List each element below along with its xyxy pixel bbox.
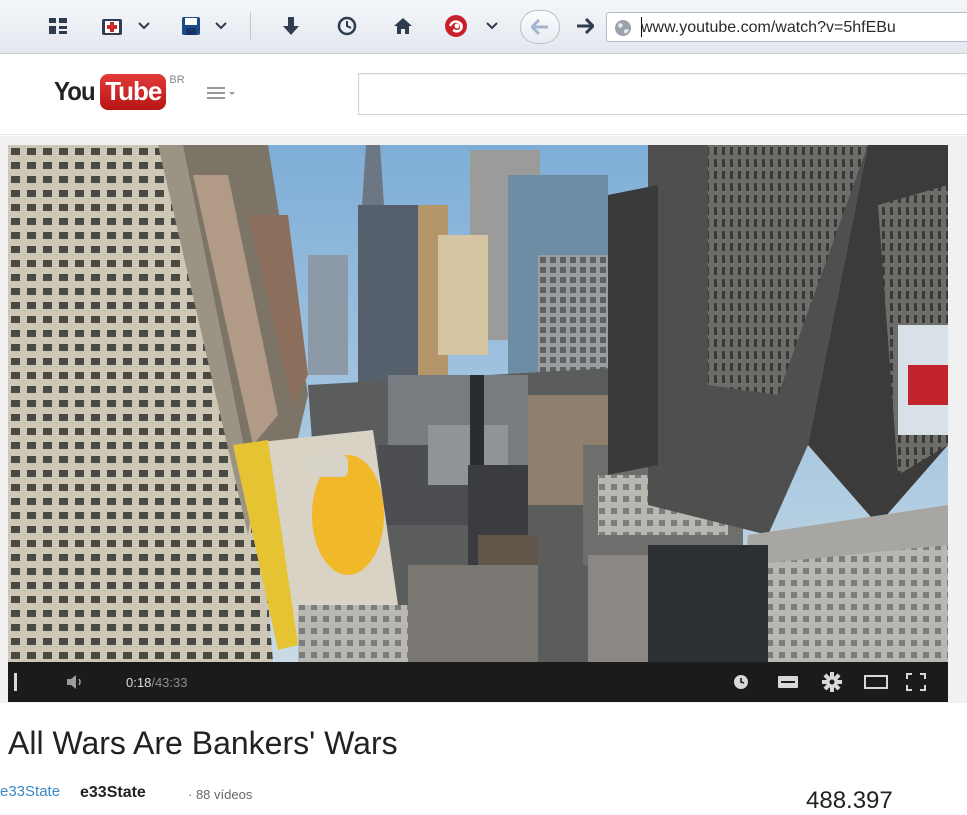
- history-icon[interactable]: [334, 12, 360, 40]
- region-code: BR: [169, 74, 185, 86]
- youtube-header: You Tube BR: [0, 55, 967, 135]
- duration: 43:33: [154, 674, 188, 690]
- address-bar[interactable]: www.youtube.com/watch?v=5hfEBu: [606, 12, 967, 42]
- grid-icon[interactable]: [44, 12, 72, 40]
- pause-icon[interactable]: [14, 662, 24, 702]
- browser-toolbar: www.youtube.com/watch?v=5hfEBu: [0, 0, 967, 54]
- save-icon[interactable]: [178, 12, 204, 40]
- download-icon[interactable]: [278, 12, 304, 40]
- theater-mode-icon[interactable]: [864, 662, 888, 702]
- channel-name-link[interactable]: e33State: [80, 784, 146, 802]
- video-player[interactable]: 0:18 / 43:33: [8, 145, 948, 702]
- channel-thumbnail[interactable]: e33State: [0, 783, 70, 800]
- settings-icon[interactable]: [822, 662, 842, 702]
- player-controls: 0:18 / 43:33: [8, 662, 948, 702]
- forward-icon[interactable]: [572, 12, 598, 40]
- watch-later-icon[interactable]: [733, 662, 749, 702]
- video-frame-image[interactable]: [8, 145, 948, 662]
- volume-icon[interactable]: [66, 662, 84, 702]
- search-input[interactable]: [358, 73, 967, 115]
- channel-video-count[interactable]: · 88 vídeos: [188, 787, 252, 802]
- fullscreen-icon[interactable]: [906, 662, 926, 702]
- chevron-down-icon[interactable]: [214, 12, 228, 40]
- view-count: 488.397: [806, 787, 893, 814]
- video-info-panel: All Wars Are Bankers' Wars e33State e33S…: [0, 703, 967, 814]
- logo-you-text: You: [54, 76, 96, 106]
- addon-icon[interactable]: [442, 12, 470, 40]
- guide-menu-icon[interactable]: [207, 85, 247, 106]
- back-button[interactable]: [520, 10, 560, 44]
- video-title: All Wars Are Bankers' Wars: [8, 725, 398, 761]
- globe-icon: [615, 20, 631, 36]
- captions-icon[interactable]: [778, 662, 798, 702]
- home-icon[interactable]: [390, 12, 416, 40]
- address-bar-url: www.youtube.com/watch?v=5hfEBu: [641, 19, 896, 36]
- youtube-logo[interactable]: You Tube BR: [54, 71, 185, 111]
- logo-tube-text: Tube: [100, 74, 167, 110]
- time-display: 0:18 / 43:33: [126, 662, 187, 702]
- back-icon: [531, 19, 548, 35]
- first-aid-icon[interactable]: [98, 12, 126, 40]
- toolbar-divider: [250, 12, 251, 40]
- current-time: 0:18: [126, 674, 152, 690]
- chevron-down-icon[interactable]: [485, 12, 499, 40]
- chevron-down-icon[interactable]: [137, 12, 151, 40]
